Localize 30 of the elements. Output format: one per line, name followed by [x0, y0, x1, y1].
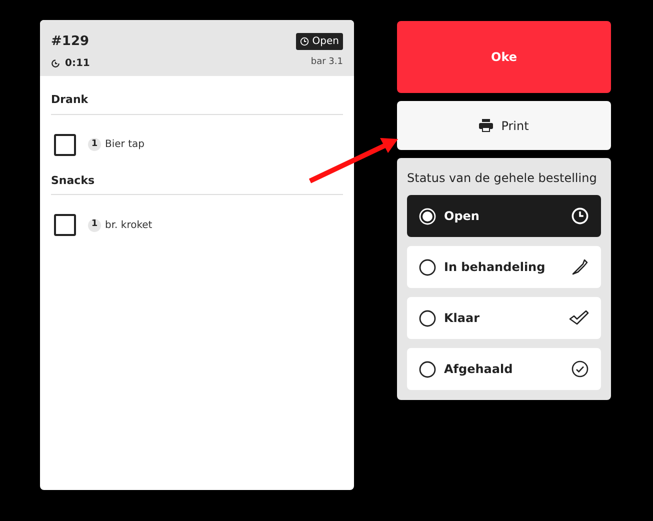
category-title: Snacks — [51, 172, 343, 195]
status-badge: Open — [296, 33, 343, 50]
check-circle-icon — [571, 360, 589, 378]
radio-icon — [419, 310, 436, 326]
oke-button[interactable]: Oke — [397, 21, 611, 93]
timer: 0:11 — [51, 56, 90, 70]
quantity-badge: 1 — [88, 138, 101, 151]
radio-icon — [419, 360, 436, 378]
status-option[interactable]: Open — [407, 195, 601, 237]
printer-icon — [479, 119, 494, 132]
quantity-badge: 1 — [88, 218, 101, 232]
item-name: Bier tap — [105, 138, 144, 152]
order-number: #129 — [51, 33, 90, 51]
status-option[interactable]: In behandeling — [407, 246, 601, 288]
category-title: Drank — [51, 92, 343, 114]
panel-title: Status van de gehele bestelling — [407, 170, 598, 187]
clock-icon — [571, 207, 589, 225]
item-name: br. kroket — [105, 218, 152, 232]
radio-icon — [419, 208, 436, 224]
item-checkbox[interactable] — [54, 134, 76, 156]
radio-icon — [419, 258, 436, 276]
location-label: bar 3.1 — [310, 56, 343, 70]
knife-icon — [571, 258, 589, 276]
status-option[interactable]: Afgehaald — [407, 348, 601, 390]
timer-icon — [51, 58, 60, 68]
clock-icon — [300, 37, 310, 46]
print-button[interactable]: Print — [397, 101, 611, 150]
item-checkbox[interactable] — [54, 214, 76, 236]
check-icon — [569, 310, 589, 326]
status-option[interactable]: Klaar — [407, 297, 601, 339]
